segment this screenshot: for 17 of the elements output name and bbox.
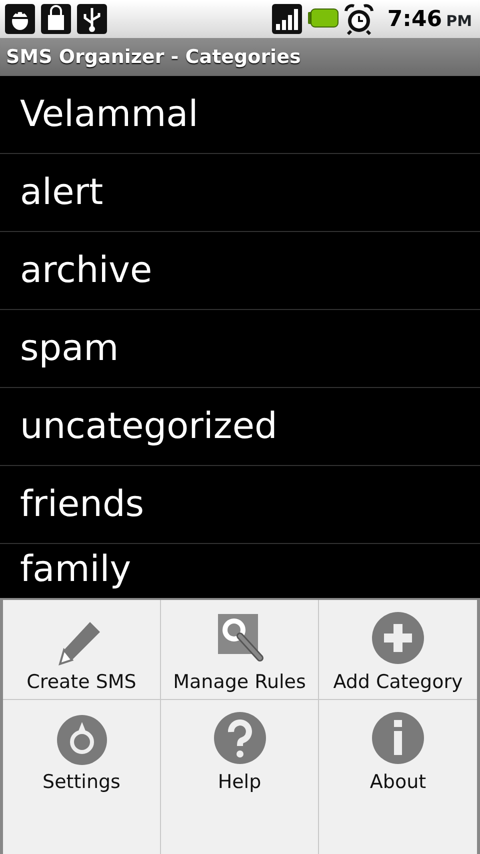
alarm-clock-icon bbox=[343, 3, 376, 35]
category-item[interactable]: friends bbox=[0, 466, 480, 544]
info-icon bbox=[370, 710, 426, 766]
signal-icon bbox=[271, 3, 304, 35]
category-item[interactable]: Velammal bbox=[0, 76, 480, 154]
menu-item[interactable]: Create SMS bbox=[3, 600, 161, 700]
app-title: SMS Organizer - Categories bbox=[6, 44, 301, 70]
help-icon bbox=[212, 710, 268, 766]
category-item[interactable]: uncategorized bbox=[0, 388, 480, 466]
clock-period: PM bbox=[446, 10, 472, 32]
category-item[interactable]: alert bbox=[0, 154, 480, 232]
plus-icon bbox=[370, 610, 426, 666]
clock-time: 7:46 bbox=[387, 6, 442, 34]
menu-item[interactable]: Manage Rules bbox=[161, 600, 319, 700]
usb-icon bbox=[76, 3, 108, 35]
category-item[interactable]: spam bbox=[0, 310, 480, 388]
category-item[interactable]: archive bbox=[0, 232, 480, 310]
